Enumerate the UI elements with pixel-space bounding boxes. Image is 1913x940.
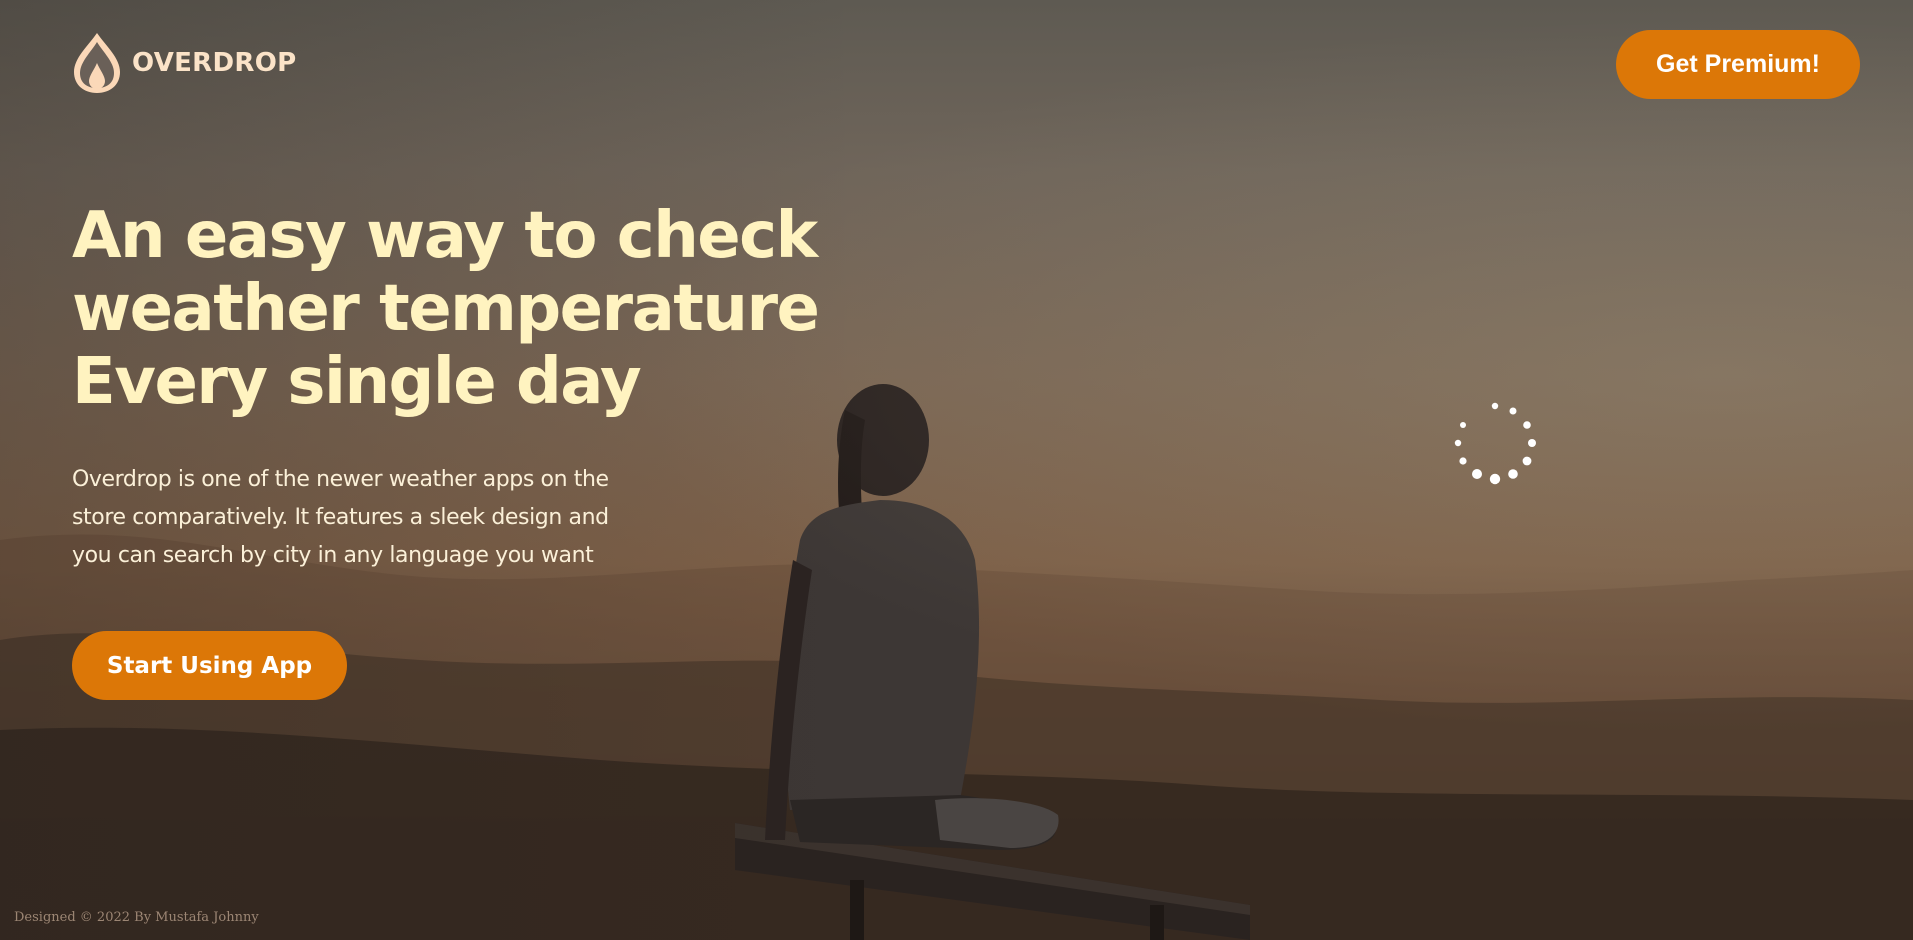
hero-title-line: An easy way to check (72, 199, 818, 273)
hero-title-line: Every single day (72, 345, 642, 419)
site-header: OVERDROP Get Premium! (0, 0, 1913, 130)
hero-title-line: weather temperature (72, 272, 820, 346)
start-using-app-button[interactable]: Start Using App (72, 631, 347, 700)
loading-spinner-icon (1454, 402, 1536, 485)
drop-icon (74, 33, 120, 93)
hero-title: An easy way to check weather temperature… (72, 200, 892, 419)
footer-credit: Designed © 2022 By Mustafa Johnny (14, 910, 259, 925)
hero-section: An easy way to check weather temperature… (72, 200, 892, 575)
brand-name: OVERDROP (132, 48, 297, 78)
hero-description: Overdrop is one of the newer weather app… (72, 467, 609, 568)
get-premium-button[interactable]: Get Premium! (1616, 30, 1860, 99)
landing-page: OVERDROP Get Premium! An easy way to che… (0, 0, 1913, 940)
brand-logo[interactable]: OVERDROP (70, 30, 296, 96)
